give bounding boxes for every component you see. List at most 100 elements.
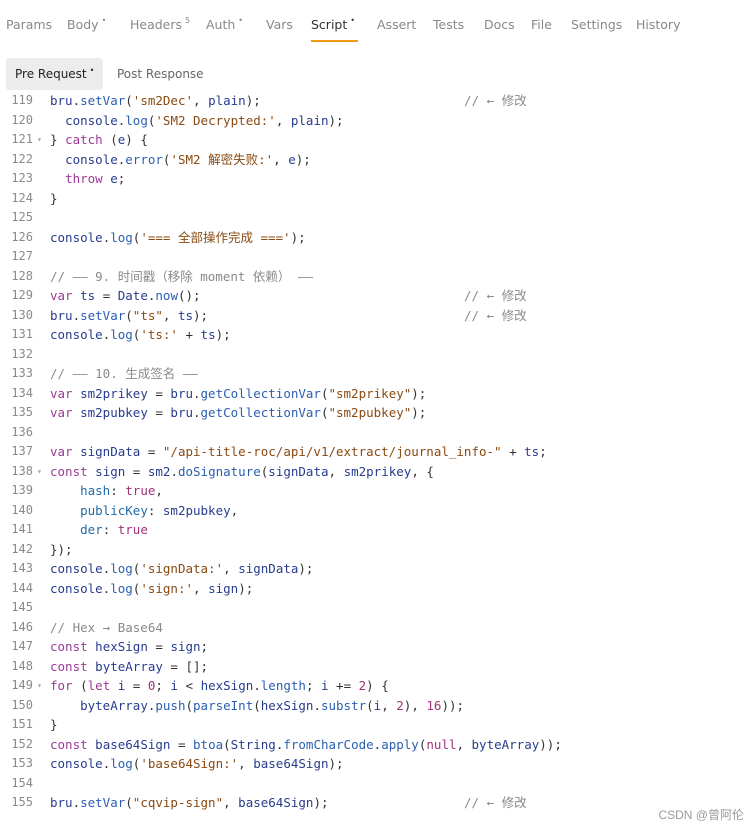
code-line[interactable]: 144 console.log('sign:', sign);	[0, 579, 752, 599]
tab-headers[interactable]: Headers 5	[130, 16, 191, 37]
code-line[interactable]: 122 console.error('SM2 解密失败:', e);	[0, 150, 752, 170]
line-number: 145	[11, 600, 33, 614]
line-number: 127	[11, 249, 33, 263]
code-line[interactable]: 139 hash: true,	[0, 481, 752, 501]
line-number: 140	[11, 502, 33, 517]
code-line[interactable]: 142});	[0, 540, 752, 560]
line-number: 143	[11, 561, 33, 575]
line-number: 141	[11, 522, 33, 536]
code-line[interactable]: 153 console.log('base64Sign:', base64Sign…	[0, 754, 752, 774]
code-text: } catch (e) {	[50, 132, 148, 147]
code-text: for (let i = 0; i < hexSign.length; i +=…	[50, 678, 389, 693]
code-text: });	[50, 541, 73, 557]
code-line[interactable]: 148 const byteArray = [];	[0, 657, 752, 677]
tab-params[interactable]: Params	[6, 17, 52, 37]
code-line[interactable]: 155 bru.setVar("cqvip-sign", base64Sign);…	[0, 793, 752, 813]
code-line[interactable]: 126 console.log('=== 全部操作完成 ===');	[0, 228, 752, 248]
code-text: hash: true,	[80, 483, 163, 498]
line-number: 154	[11, 775, 33, 790]
tab-script[interactable]: Script •	[311, 16, 355, 37]
line-number: 121	[11, 132, 33, 146]
code-line[interactable]: 131 console.log('ts:' + ts);	[0, 325, 752, 345]
code-text: }	[50, 190, 58, 206]
code-line[interactable]: 136	[0, 423, 752, 443]
code-line[interactable]: 152 const base64Sign = btoa(String.fromCh…	[0, 735, 752, 755]
code-line[interactable]: 119 bru.setVar('sm2Dec', plain); // ← 修改	[0, 94, 752, 111]
code-line[interactable]: 123 throw e;	[0, 169, 752, 189]
line-number: 126	[11, 229, 33, 244]
code-text: }	[50, 717, 58, 732]
code-line[interactable]: 149 ▾ for (let i = 0; i < hexSign.length; …	[0, 676, 752, 696]
tab-body[interactable]: Body •	[67, 16, 106, 37]
code-line[interactable]: 138 ▾ const sign = sm2.doSignature(signDat…	[0, 462, 752, 482]
code-text: var signData = "/api-title-roc/api/v1/ex…	[50, 444, 547, 459]
fold-toggle-icon[interactable]: ▾	[37, 130, 47, 150]
line-number: 147	[11, 639, 33, 653]
code-line[interactable]: 120 console.log('SM2 Decrypted:', plain)…	[0, 111, 752, 131]
tab-vars[interactable]: Vars	[266, 17, 293, 37]
line-number: 144	[11, 580, 33, 595]
script-subtabs: Pre Request • Post Response	[0, 58, 752, 92]
code-line[interactable]: 127	[0, 247, 752, 267]
code-line[interactable]: 130 bru.setVar("ts", ts); // ← 修改	[0, 306, 752, 326]
tab-docs[interactable]: Docs	[484, 17, 515, 37]
subtab-pre-request[interactable]: Pre Request •	[6, 58, 104, 90]
code-line[interactable]: 145	[0, 598, 752, 618]
line-number: 153	[11, 756, 33, 770]
request-tabs: Params Body • Headers 5 Auth • Vars Script •…	[0, 0, 752, 50]
code-line[interactable]: 146 // Hex → Base64	[0, 618, 752, 638]
code-comment: // ← 修改	[464, 307, 527, 323]
line-number: 151	[11, 717, 33, 731]
code-line[interactable]: 150 byteArray.push(parseInt(hexSign.subs…	[0, 696, 752, 716]
tab-script-indicator: •	[350, 16, 355, 25]
code-line[interactable]: 141 der: true	[0, 520, 752, 540]
line-number: 139	[11, 483, 33, 497]
code-line[interactable]: 151}	[0, 715, 752, 735]
code-line[interactable]: 129 var ts = Date.now(); // ← 修改	[0, 286, 752, 306]
line-number: 131	[11, 327, 33, 341]
code-text: bru.setVar("cqvip-sign", base64Sign);	[50, 795, 329, 810]
code-text: var ts = Date.now();	[50, 288, 201, 303]
tab-tests[interactable]: Tests	[433, 17, 464, 37]
code-text: console.error('SM2 解密失败:', e);	[65, 151, 311, 167]
code-line[interactable]: 147 const hexSign = sign;	[0, 637, 752, 657]
code-line[interactable]: 133 // —— 10. 生成签名 ——	[0, 364, 752, 384]
code-line[interactable]: 132	[0, 345, 752, 365]
tab-file[interactable]: File	[531, 17, 552, 37]
tab-settings[interactable]: Settings	[571, 17, 622, 37]
tab-headers-count: 5	[185, 16, 191, 25]
subtab-post-response[interactable]: Post Response	[108, 58, 213, 90]
code-comment: // ← 修改	[464, 795, 527, 810]
fold-toggle-icon[interactable]: ▾	[37, 462, 47, 482]
line-number: 152	[11, 736, 33, 751]
line-number: 134	[11, 385, 33, 400]
code-line[interactable]: 154	[0, 774, 752, 794]
line-number: 124	[11, 190, 33, 205]
line-number: 148	[11, 658, 33, 673]
code-line[interactable]: 134 var sm2prikey = bru.getCollectionVar(…	[0, 384, 752, 404]
line-number: 146	[11, 619, 33, 634]
code-line[interactable]: 140 publicKey: sm2pubkey,	[0, 501, 752, 521]
line-number: 142	[11, 541, 33, 556]
code-text: const byteArray = [];	[50, 658, 209, 674]
fold-toggle-icon[interactable]: ▾	[37, 676, 47, 696]
code-line[interactable]: 143 console.log('signData:', signData);	[0, 559, 752, 579]
code-line[interactable]: 137 var signData = "/api-title-roc/api/v1…	[0, 442, 752, 462]
code-line[interactable]: 121 ▾} catch (e) {	[0, 130, 752, 150]
code-line[interactable]: 135 var sm2pubkey = bru.getCollectionVar(…	[0, 403, 752, 423]
tab-auth[interactable]: Auth •	[206, 16, 243, 37]
tab-history[interactable]: History	[636, 17, 680, 37]
code-editor[interactable]: 119 bru.setVar('sm2Dec', plain);// ← 修改 12…	[0, 94, 752, 829]
tab-assert[interactable]: Assert	[377, 17, 416, 37]
code-line[interactable]: 124}	[0, 189, 752, 209]
code-text: console.log('=== 全部操作完成 ===');	[50, 229, 306, 245]
line-number: 132	[11, 346, 33, 361]
code-text: const sign = sm2.doSignature(signData, s…	[50, 463, 434, 479]
watermark: CSDN @曾阿伦	[658, 808, 744, 822]
line-number: 122	[11, 151, 33, 166]
code-text: var sm2prikey = bru.getCollectionVar("sm…	[50, 385, 427, 401]
code-text: console.log('signData:', signData);	[50, 561, 314, 576]
code-line[interactable]: 128 // —— 9. 时间戳（移除 moment 依赖） ——	[0, 267, 752, 287]
code-text: console.log('base64Sign:', base64Sign);	[50, 756, 344, 771]
code-line[interactable]: 125	[0, 208, 752, 228]
